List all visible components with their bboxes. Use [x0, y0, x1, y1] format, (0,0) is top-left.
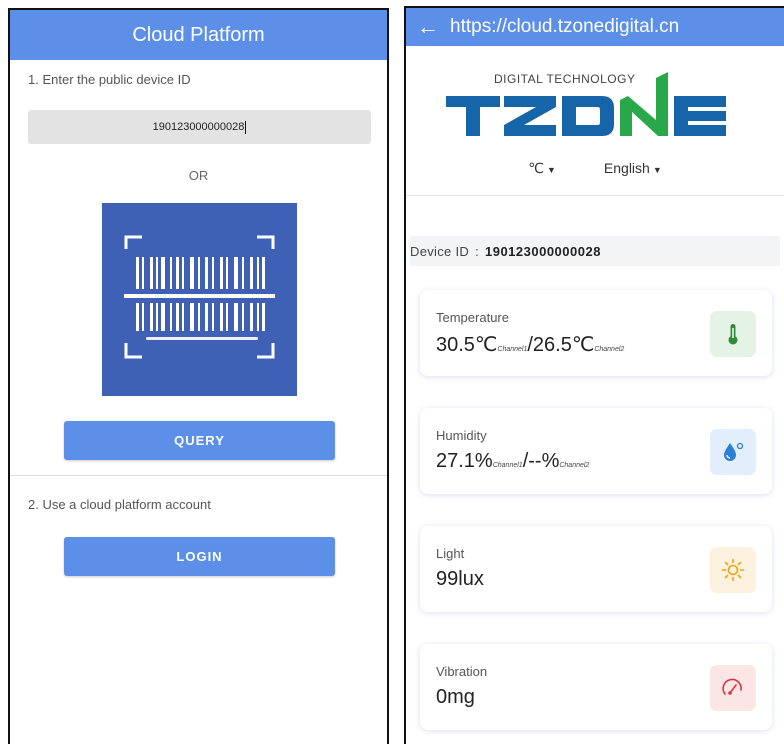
gauge-icon	[710, 665, 756, 711]
step2-label: 2. Use a cloud platform account	[28, 497, 211, 512]
barcode-scan-button[interactable]	[102, 203, 297, 396]
light-value: 99lux	[436, 568, 484, 590]
device-id-value: 190123000000028	[152, 121, 245, 133]
header-divider	[406, 195, 784, 196]
language-value: English	[603, 160, 650, 176]
or-separator: OR	[188, 168, 209, 183]
light-label: Light	[436, 546, 465, 561]
temperature-channel1-value: 30.5℃	[436, 334, 498, 356]
device-id-separator: :	[475, 243, 479, 259]
unit-selector[interactable]: ℃ ▼	[528, 160, 556, 177]
unit-value: ℃	[528, 160, 544, 176]
settings-selectors: ℃ ▼ English ▼	[406, 160, 784, 177]
device-id-value: 190123000000028	[484, 243, 601, 259]
text-caret	[245, 120, 247, 134]
login-button[interactable]: LOGIN	[64, 537, 335, 576]
humidity-label: Humidity	[436, 428, 487, 443]
temperature-card[interactable]: Temperature 30.5℃Channel1/26.5℃Channel2	[420, 290, 772, 376]
vibration-value: 0mg	[436, 686, 475, 708]
humidity-card[interactable]: Humidity 27.1%Channel1/--%Channel2	[420, 408, 772, 494]
page-title: Cloud Platform	[132, 23, 265, 46]
barcode-scan-icon	[124, 235, 275, 359]
device-dashboard-screen: ← https://cloud.tzonedigital.cn DIGITAL …	[404, 6, 784, 744]
humidity-channel2-value: --%	[528, 450, 560, 472]
chevron-down-icon: ▼	[546, 165, 556, 175]
device-id-label: Device ID	[410, 243, 470, 259]
logo-wordmark	[446, 72, 726, 136]
chevron-down-icon: ▼	[652, 165, 662, 175]
tzone-logo: DIGITAL TECHNOLOGY	[444, 70, 728, 142]
url-bar: ← https://cloud.tzonedigital.cn	[406, 8, 784, 46]
app-header: Cloud Platform	[10, 10, 387, 60]
language-selector[interactable]: English ▼	[604, 160, 662, 177]
device-id-input[interactable]: 190123000000028	[28, 110, 371, 144]
thermometer-icon	[710, 311, 756, 357]
channel2-label: Channel2	[594, 346, 625, 353]
light-card[interactable]: Light 99lux	[420, 526, 772, 612]
channel2-label: Channel2	[559, 462, 590, 469]
back-arrow-icon[interactable]: ←	[406, 16, 450, 38]
device-id-row: Device ID : 190123000000028	[410, 236, 780, 266]
sun-icon	[710, 547, 756, 593]
cloud-platform-screen: Cloud Platform 1. Enter the public devic…	[8, 8, 389, 744]
water-drop-icon	[710, 429, 756, 475]
temperature-value: 30.5℃Channel1/26.5℃Channel2	[436, 332, 624, 357]
humidity-channel1-value: 27.1%	[436, 450, 493, 472]
query-button[interactable]: QUERY	[64, 421, 335, 460]
temperature-channel2-value: 26.5℃	[532, 334, 595, 356]
vibration-label: Vibration	[436, 664, 488, 679]
channel1-label: Channel1	[492, 462, 523, 469]
channel1-label: Channel1	[497, 346, 528, 353]
step1-label: 1. Enter the public device ID	[28, 72, 191, 87]
humidity-value: 27.1%Channel1/--%Channel2	[436, 450, 589, 473]
vibration-card[interactable]: Vibration 0mg	[420, 644, 772, 730]
url-text: https://cloud.tzonedigital.cn	[450, 16, 680, 37]
section-divider	[10, 475, 387, 476]
temperature-label: Temperature	[436, 310, 509, 325]
